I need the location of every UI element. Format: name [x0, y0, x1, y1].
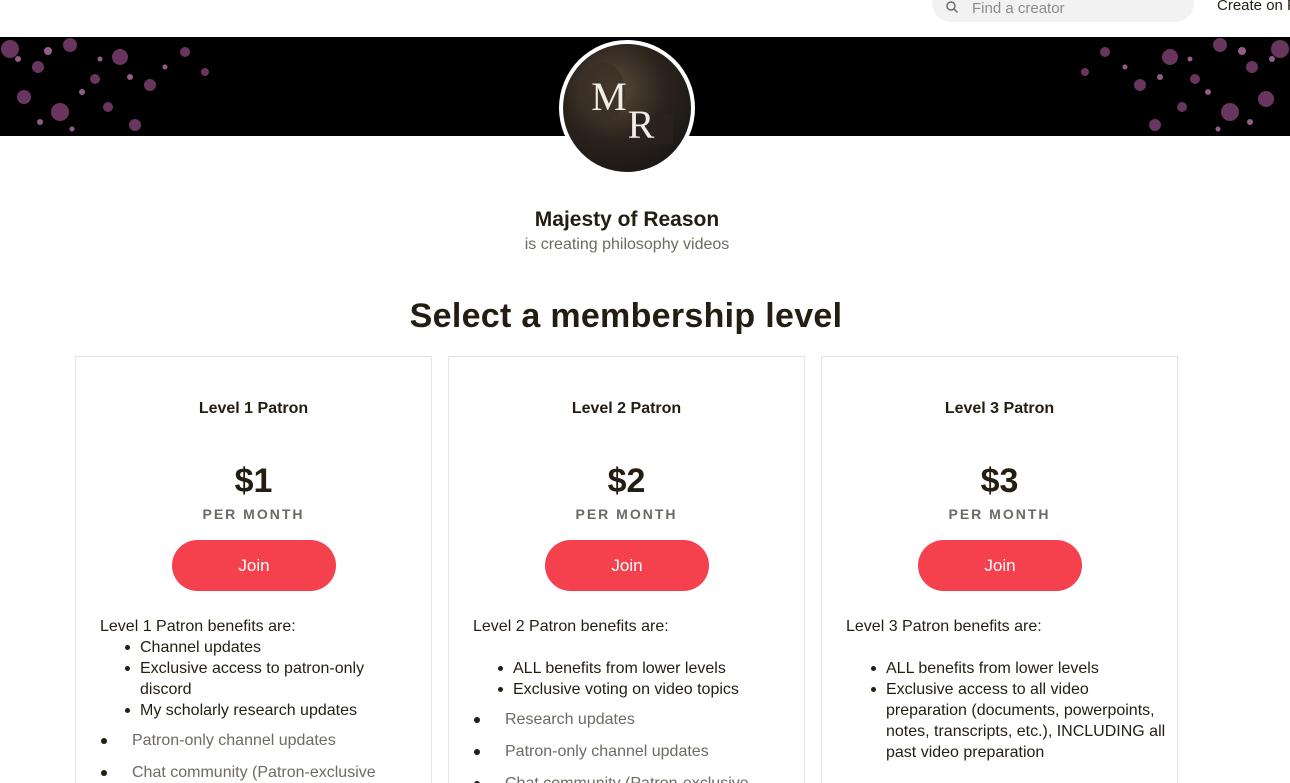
tier-price: $2	[607, 462, 646, 500]
benefits-intro: Level 1 Patron benefits are:	[100, 618, 296, 635]
page-title: Select a membership level	[409, 297, 843, 335]
search-box[interactable]	[932, 0, 1194, 22]
tier-period: PER MONTH	[575, 506, 678, 522]
tier-card-level-1: Level 1 Patron $1 PER MONTH Join Level 1…	[75, 356, 432, 783]
benefit-item: Exclusive access to patron-only discord	[122, 658, 420, 700]
benefit-item: Channel updates	[122, 637, 420, 658]
tier-name: Level 3 Patron	[944, 400, 1055, 417]
benefits-list: Channel updates Exclusive access to patr…	[122, 637, 420, 721]
extra-benefit-item: Chat community (Patron-exclusive	[473, 773, 793, 783]
tier-card-level-2: Level 2 Patron $2 PER MONTH Join Level 2…	[448, 356, 805, 783]
tier-benefits: Level 1 Patron benefits are: Channel upd…	[100, 616, 420, 783]
tier-benefits: Level 2 Patron benefits are: ALL benefit…	[473, 616, 793, 783]
join-button[interactable]: Join	[172, 540, 336, 591]
benefit-item: ALL benefits from lower levels	[495, 658, 793, 679]
extra-benefit-item: Patron-only channel updates	[100, 730, 420, 751]
extra-benefits-list: Patron-only channel updates Chat communi…	[100, 730, 420, 783]
banner-art-right	[1081, 38, 1289, 132]
svg-text:R: R	[628, 102, 655, 147]
extra-benefit-item: Chat community (Patron-exclusive	[100, 762, 420, 783]
extra-benefit-item: Research updates	[473, 709, 793, 730]
benefits-intro: Level 2 Patron benefits are:	[473, 618, 669, 635]
creator-name[interactable]: Majesty of Reason	[0, 208, 1254, 232]
extra-benefits-list: Research updates Patron-only channel upd…	[473, 709, 793, 783]
search-input[interactable]	[972, 0, 1182, 18]
extra-benefit-item: Patron-only channel updates	[473, 741, 793, 762]
banner-art-left	[1, 38, 209, 132]
tier-name: Level 2 Patron	[571, 400, 682, 417]
join-button[interactable]: Join	[545, 540, 709, 591]
avatar-image: M R	[563, 44, 691, 172]
tier-price: $1	[234, 462, 273, 500]
benefit-item: Exclusive voting on video topics	[495, 679, 793, 700]
tier-period: PER MONTH	[202, 506, 305, 522]
benefits-list: ALL benefits from lower levels Exclusive…	[868, 658, 1166, 763]
tier-benefits: Level 3 Patron benefits are: ALL benefit…	[846, 616, 1166, 763]
top-nav: Create on P	[0, 0, 1290, 37]
benefit-item: My scholarly research updates	[122, 700, 420, 721]
create-on-patreon-link[interactable]: Create on P	[1217, 0, 1290, 14]
search-icon	[946, 1, 958, 13]
creator-avatar[interactable]: M R	[559, 40, 695, 176]
tier-card-level-3: Level 3 Patron $3 PER MONTH Join Level 3…	[821, 356, 1178, 783]
creator-tagline: is creating philosophy videos	[524, 236, 730, 253]
benefits-intro: Level 3 Patron benefits are:	[846, 618, 1042, 635]
tier-period: PER MONTH	[948, 506, 1051, 522]
tier-name: Level 1 Patron	[198, 400, 309, 417]
tier-price: $3	[980, 462, 1019, 500]
monogram-logo: M R	[581, 62, 673, 147]
join-button[interactable]: Join	[918, 540, 1082, 591]
benefits-list: ALL benefits from lower levels Exclusive…	[495, 658, 793, 700]
benefit-item: Exclusive access to all video preparatio…	[868, 679, 1166, 763]
benefit-item: ALL benefits from lower levels	[868, 658, 1166, 679]
svg-text:M: M	[591, 74, 627, 119]
